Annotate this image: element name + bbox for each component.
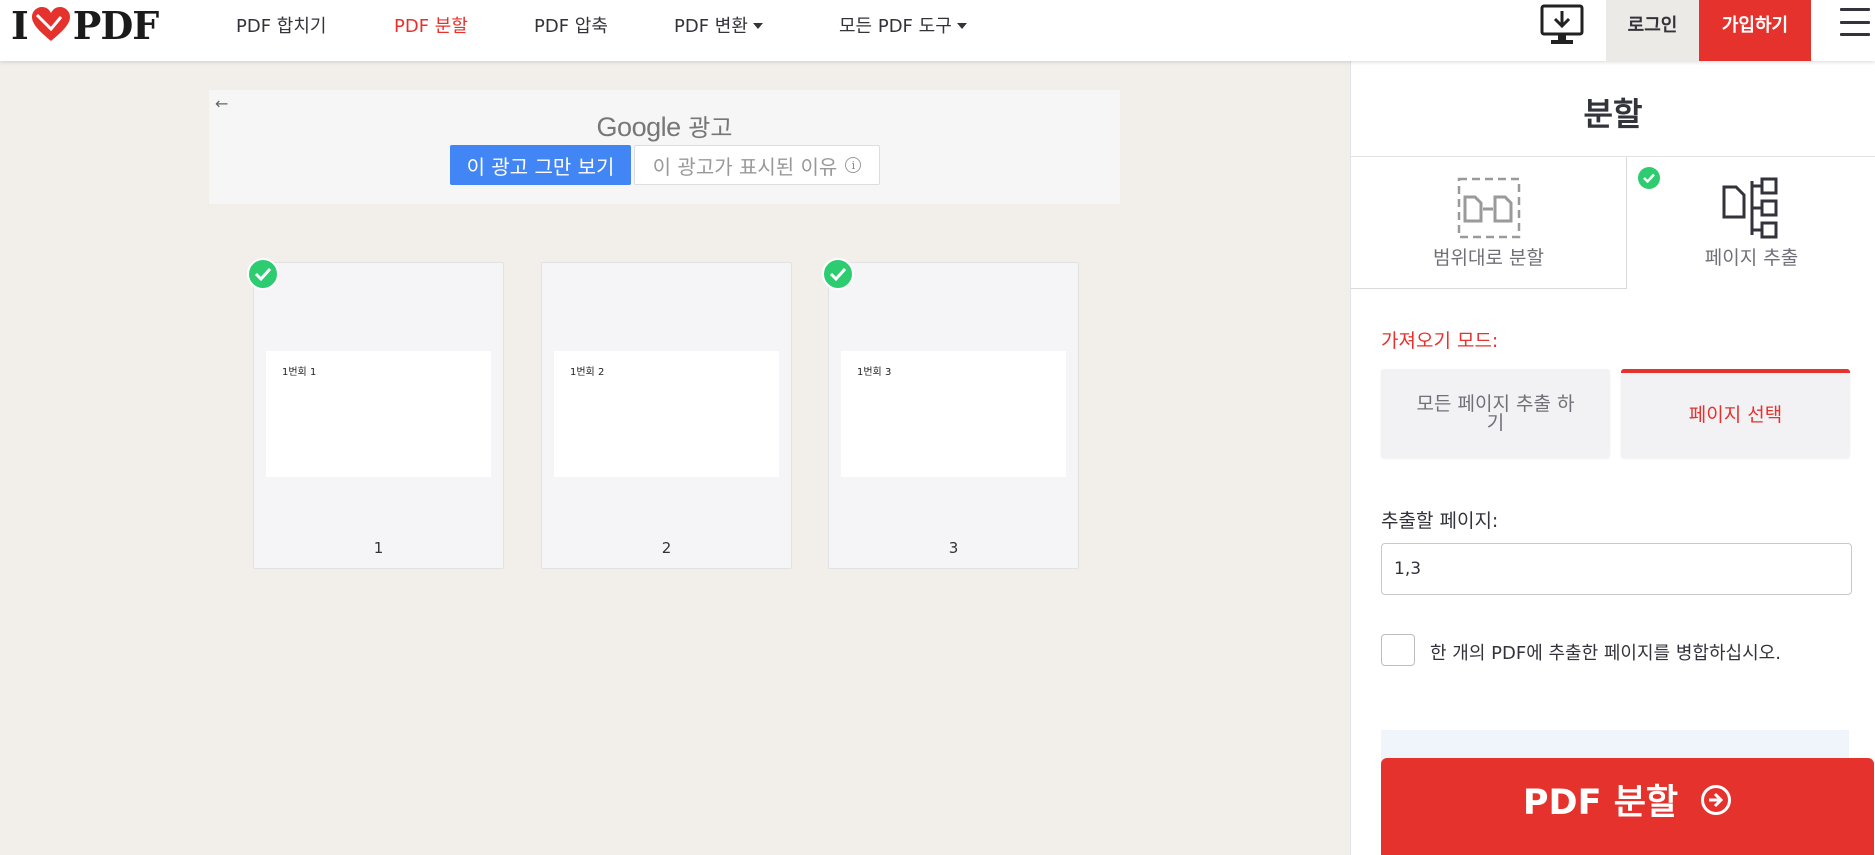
login-button[interactable]: 로그인	[1606, 0, 1699, 61]
nav-compress-pdf-label: PDF 압축	[534, 16, 608, 37]
desktop-download-icon[interactable]	[1540, 4, 1584, 46]
page-number: 1	[373, 539, 384, 557]
nav-convert-pdf[interactable]: PDF 변환	[674, 12, 763, 38]
tab-extract-pages[interactable]: 페이지 추출	[1627, 157, 1875, 289]
page-card-1[interactable]: 1번회 1 1	[253, 262, 504, 569]
extract-all-pages-option[interactable]: 모든 페이지 추출 하기	[1381, 369, 1610, 458]
pages-to-extract-label: 추출할 페이지:	[1381, 510, 1499, 532]
page-thumbnail: 1번회 2	[554, 351, 779, 477]
stop-seeing-ad-button[interactable]: 이 광고 그만 보기	[450, 145, 631, 185]
nav-split-pdf[interactable]: PDF 분할	[394, 12, 468, 38]
page-card-3[interactable]: 1번회 3 3	[828, 262, 1079, 569]
select-pages-option[interactable]: 페이지 선택	[1621, 369, 1850, 458]
split-mode-tabs: 범위대로 분할 페이지 추출	[1351, 156, 1875, 289]
chevron-down-icon	[956, 23, 967, 29]
signup-button[interactable]: 가입하기	[1699, 0, 1811, 61]
arrow-right-circle-icon	[1701, 784, 1732, 815]
select-pages-label: 페이지 선택	[1688, 404, 1783, 426]
thumbnail-text: 1번회 1	[282, 367, 317, 378]
split-pdf-button-label: PDF 분할	[1522, 783, 1679, 823]
nav-compress-pdf[interactable]: PDF 압축	[534, 12, 608, 38]
nav-all-tools[interactable]: 모든 PDF 도구	[839, 12, 967, 38]
google-ad-banner: ← Google 광고 이 광고 그만 보기 이 광고가 표시된 이유 i	[209, 90, 1120, 204]
logo-suffix: PDF	[72, 2, 160, 48]
nav-merge-pdf[interactable]: PDF 합치기	[236, 12, 326, 38]
heart-icon	[31, 7, 70, 41]
thumbnail-text: 1번회 3	[857, 367, 892, 378]
menu-icon[interactable]	[1840, 8, 1870, 36]
options-sidebar: 분할 범위대로 분할 페이지 추출 가져오기 모드: 모든 페이지 추출 하기 …	[1350, 61, 1875, 855]
check-icon[interactable]	[822, 258, 854, 290]
tab-split-by-range-label: 범위대로 분할	[1433, 247, 1544, 269]
nav-merge-pdf-label: PDF 합치기	[236, 16, 327, 37]
check-icon[interactable]	[247, 258, 279, 290]
page-card-2[interactable]: 1번회 2 2	[541, 262, 792, 569]
why-this-ad-label: 이 광고가 표시된 이유	[652, 154, 838, 179]
sidebar-title: 분할	[1583, 95, 1643, 133]
tab-split-by-range[interactable]: 범위대로 분할	[1351, 157, 1627, 289]
split-range-icon	[1457, 177, 1521, 239]
why-this-ad-button[interactable]: 이 광고가 표시된 이유 i	[634, 145, 880, 185]
check-icon	[1638, 167, 1660, 189]
split-pdf-button[interactable]: PDF 분할	[1381, 758, 1874, 855]
nav-split-pdf-label: PDF 분할	[394, 16, 468, 37]
page-number: 2	[661, 539, 672, 557]
extract-all-pages-label: 모든 페이지 추출 하기	[1416, 392, 1575, 434]
top-header: I PDF PDF 합치기 PDF 분할 PDF 압축 PDF 변환 모든 PD…	[0, 0, 1875, 61]
page-number: 3	[948, 539, 959, 557]
chevron-down-icon	[752, 23, 763, 29]
google-wordmark: Google	[596, 112, 682, 142]
nav-all-tools-label: 모든 PDF 도구	[839, 16, 952, 37]
ad-google-label: Google 광고	[209, 108, 1120, 143]
ilovepdf-logo[interactable]: I PDF	[11, 2, 160, 48]
merge-pages-label: 한 개의 PDF에 추출한 페이지를 병합하십시오.	[1430, 643, 1781, 664]
page-thumbnail: 1번회 1	[266, 351, 491, 477]
pages-to-extract-input[interactable]	[1381, 543, 1852, 595]
page-thumbnail: 1번회 3	[841, 351, 1066, 477]
tab-extract-pages-label: 페이지 추출	[1704, 247, 1799, 269]
extract-pages-icon	[1722, 177, 1778, 239]
logo-prefix: I	[11, 2, 29, 48]
merge-pages-checkbox[interactable]	[1381, 634, 1415, 666]
info-icon: i	[845, 157, 862, 173]
nav-convert-pdf-label: PDF 변환	[674, 16, 748, 37]
thumbnail-text: 1번회 2	[570, 367, 605, 378]
ad-word: 광고	[688, 114, 733, 142]
import-mode-label: 가져오기 모드:	[1381, 330, 1499, 352]
